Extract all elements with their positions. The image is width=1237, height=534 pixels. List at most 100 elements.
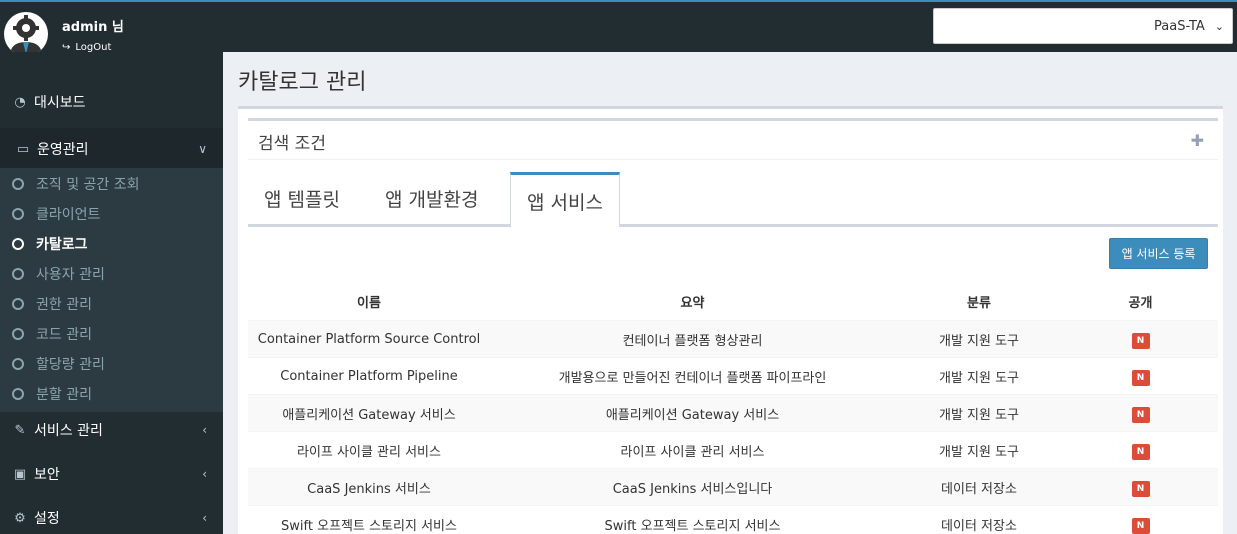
sidebar-item-permission-mgmt[interactable]: 권한 관리 (0, 289, 223, 319)
top-header: admin 님 ↪ LogOut PaaS-TA ⌄ (0, 0, 1237, 56)
column-header-summary[interactable]: 요약 (490, 292, 895, 311)
sidebar-item-settings[interactable]: ⚙ 설정 ‹ (0, 498, 223, 534)
sidebar-item-quota-mgmt[interactable]: 할당량 관리 (0, 349, 223, 379)
chevron-down-icon: ∨ (198, 142, 207, 156)
circle-icon (12, 298, 24, 310)
cell-name: CaaS Jenkins 서비스 (307, 481, 431, 497)
tab-app-template[interactable]: 앱 템플릿 (248, 172, 356, 224)
sidebar-item-label: 대시보드 (34, 95, 86, 111)
column-header-category[interactable]: 분류 (895, 292, 1063, 311)
org-select-value: PaaS-TA (1154, 18, 1205, 34)
cell-name: 애플리케이션 Gateway 서비스 (282, 407, 456, 423)
cell-public: N (1063, 515, 1218, 534)
tab-label: 앱 서비스 (527, 191, 603, 214)
edit-icon: ✎ (14, 422, 26, 438)
sidebar-item-client[interactable]: 클라이언트 (0, 199, 223, 229)
cell-public: N (1063, 404, 1218, 423)
page-title: 카탈로그 관리 (238, 70, 367, 95)
tab-label: 앱 개발환경 (385, 188, 479, 211)
catalog-table: 이름 요약 분류 공개 Container Platform Source Co… (248, 283, 1218, 534)
gears-icon: ⚙ (14, 510, 26, 526)
sidebar-item-code-mgmt[interactable]: 코드 관리 (0, 319, 223, 349)
public-badge: N (1131, 369, 1150, 386)
table-row[interactable]: Container Platform Source Control 컨테이너 플… (248, 320, 1218, 357)
public-badge: N (1131, 406, 1150, 423)
tab-bar: 앱 템플릿 앱 개발환경 앱 서비스 (248, 172, 1218, 227)
sidebar-item-label: 사용자 관리 (36, 267, 105, 283)
cell-category: 개발 지원 도구 (938, 370, 1020, 386)
search-title: 검색 조건 (258, 134, 326, 154)
cell-category: 개발 지원 도구 (938, 444, 1020, 460)
sidebar-item-label: 할당량 관리 (36, 357, 105, 373)
circle-icon (12, 238, 24, 250)
search-panel[interactable]: 검색 조건 ✚ (248, 118, 1218, 160)
table-row[interactable]: CaaS Jenkins 서비스 CaaS Jenkins 서비스입니다 데이터… (248, 468, 1218, 505)
lock-icon: ▣ (13, 466, 27, 482)
sidebar-item-org-space[interactable]: 조직 및 공간 조회 (0, 169, 223, 199)
cell-public: N (1063, 330, 1218, 349)
register-app-service-button[interactable]: 앱 서비스 등록 (1109, 238, 1208, 269)
cell-summary: Swift 오프젝트 스토리지 서비스 (604, 518, 781, 534)
cell-public: N (1063, 367, 1218, 386)
sidebar-item-label: 조직 및 공간 조회 (36, 177, 140, 193)
main-content: 카탈로그 관리 검색 조건 ✚ 앱 템플릿 앱 개발환경 앱 서비스 앱 서비스… (223, 52, 1237, 534)
table-row[interactable]: 애플리케이션 Gateway 서비스 애플리케이션 Gateway 서비스 개발… (248, 394, 1218, 431)
laptop-icon: ▭ (16, 141, 30, 157)
circle-icon (12, 268, 24, 280)
chevron-down-icon: ⌄ (1214, 19, 1224, 33)
chevron-left-icon: ‹ (202, 467, 207, 481)
circle-icon (12, 358, 24, 370)
cell-category: 개발 지원 도구 (938, 407, 1020, 423)
column-header-public[interactable]: 공개 (1063, 292, 1218, 311)
sidebar-item-catalog[interactable]: 카탈로그 (0, 229, 223, 259)
sidebar-item-service-mgmt[interactable]: ✎ 서비스 관리 ‹ (0, 410, 223, 450)
cell-summary: 컨테이너 플랫폼 형상관리 (622, 333, 763, 349)
column-header-name[interactable]: 이름 (248, 292, 490, 311)
cell-name: Container Platform Source Control (257, 331, 481, 347)
circle-icon (12, 328, 24, 340)
chevron-left-icon: ‹ (202, 423, 207, 437)
cell-summary: 개발용으로 만들어진 컨테이너 플랫폼 파이프라인 (558, 370, 827, 386)
cell-summary: 애플리케이션 Gateway 서비스 (605, 407, 780, 423)
user-avatar[interactable] (4, 12, 48, 56)
public-badge: N (1131, 443, 1150, 460)
table-row[interactable]: 라이프 사이클 관리 서비스 라이프 사이클 관리 서비스 개발 지원 도구 N (248, 431, 1218, 468)
sidebar-item-split-mgmt[interactable]: 분할 관리 (0, 379, 223, 409)
tab-app-service[interactable]: 앱 서비스 (510, 172, 620, 227)
sidebar-item-label: 코드 관리 (36, 327, 92, 343)
sidebar-item-label: 클라이언트 (36, 207, 101, 223)
cell-category: 데이터 저장소 (941, 481, 1017, 497)
chevron-left-icon: ‹ (202, 511, 207, 525)
cell-category: 데이터 저장소 (941, 518, 1017, 534)
table-row[interactable]: Container Platform Pipeline 개발용으로 만들어진 컨… (248, 357, 1218, 394)
cell-name: Container Platform Pipeline (280, 368, 458, 384)
cell-public: N (1063, 478, 1218, 497)
tab-app-dev-env[interactable]: 앱 개발환경 (369, 172, 494, 224)
cell-name: Swift 오프젝트 스토리지 서비스 (281, 518, 457, 534)
tab-label: 앱 템플릿 (264, 188, 340, 211)
table-header: 이름 요약 분류 공개 (248, 283, 1218, 320)
plus-icon[interactable]: ✚ (1191, 131, 1204, 150)
sidebar-item-label: 운영관리 (37, 142, 89, 158)
circle-icon (12, 388, 24, 400)
circle-icon (12, 208, 24, 220)
sidebar-item-security[interactable]: ▣ 보안 ‹ (0, 454, 223, 494)
sidebar-item-label: 권한 관리 (36, 297, 92, 313)
dashboard-icon: ◔ (14, 94, 26, 110)
operations-submenu: 조직 및 공간 조회 클라이언트 카탈로그 사용자 관리 권한 관리 코드 관리… (0, 168, 223, 412)
username: admin 님 (62, 20, 124, 35)
sidebar-item-label: 서비스 관리 (34, 423, 103, 439)
table-row[interactable]: Swift 오프젝트 스토리지 서비스 Swift 오프젝트 스토리지 서비스 … (248, 505, 1218, 534)
org-select[interactable]: PaaS-TA ⌄ (933, 8, 1233, 44)
circle-icon (12, 178, 24, 190)
sidebar-item-label: 설정 (34, 511, 60, 527)
cell-summary: 라이프 사이클 관리 서비스 (620, 444, 765, 460)
sidebar-item-dashboard[interactable]: ◔ 대시보드 (0, 82, 223, 122)
sidebar-item-operations[interactable]: ▭ 운영관리 ∨ (0, 128, 223, 170)
sidebar-item-user-mgmt[interactable]: 사용자 관리 (0, 259, 223, 289)
cell-public: N (1063, 441, 1218, 460)
cell-summary: CaaS Jenkins 서비스입니다 (612, 481, 773, 497)
public-badge: N (1131, 332, 1150, 349)
sidebar-item-label: 보안 (34, 467, 60, 483)
sidebar: ◔ 대시보드 ▭ 운영관리 ∨ 조직 및 공간 조회 클라이언트 카탈로그 사용… (0, 52, 223, 534)
